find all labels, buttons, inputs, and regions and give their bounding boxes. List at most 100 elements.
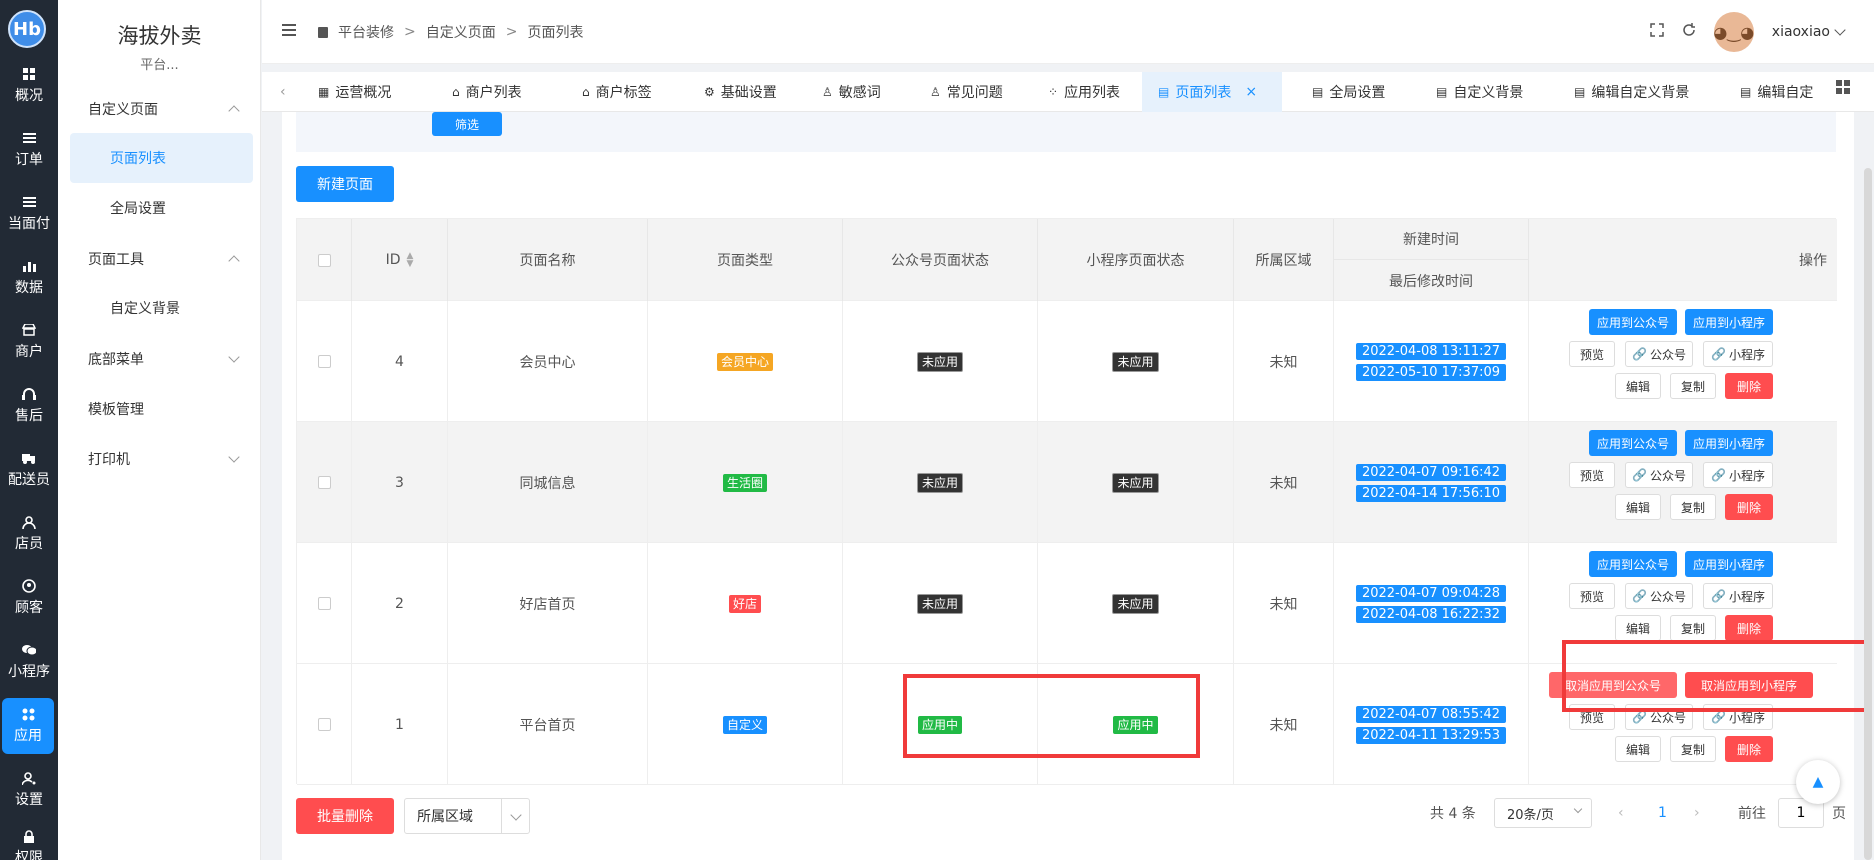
rail-item-staff[interactable]: 店员 [0, 506, 58, 562]
rail-item-data[interactable]: 数据 [0, 250, 58, 306]
tab-global-settings[interactable]: ▤ 全局设置 [1296, 72, 1401, 112]
header-id[interactable]: ID ▲ ▼ [352, 219, 448, 301]
new-page-button[interactable]: 新建页面 [296, 166, 394, 202]
page-unit: 页 [1832, 806, 1846, 822]
filter-button[interactable]: 筛选 [432, 112, 502, 136]
rail-item-overview[interactable]: 概况 [0, 58, 58, 114]
apply-mini-button[interactable]: 应用到小程序 [1685, 430, 1773, 456]
tab-edit-custom-bg[interactable]: ▤ 编辑自定义背景 [1558, 72, 1705, 112]
mini-link-button[interactable]: 🔗 小程序 [1703, 462, 1773, 488]
menu-group-page-tools[interactable]: 页面工具 [88, 247, 258, 271]
preview-button[interactable]: 预览 [1569, 462, 1615, 488]
menu-group-custom-page[interactable]: 自定义页面 [88, 97, 258, 121]
rail-item-settings[interactable]: 设置 [0, 762, 58, 818]
settings-person-icon [22, 771, 36, 785]
checkbox[interactable] [317, 355, 331, 368]
rail-item-after-sales[interactable]: 售后 [0, 378, 58, 434]
row-select[interactable] [297, 664, 352, 785]
rail-item-delivery[interactable]: 配送员 [0, 442, 58, 498]
delete-button[interactable]: 删除 [1725, 373, 1773, 399]
apply-mp-button[interactable]: 应用到公众号 [1589, 551, 1677, 577]
tab-merchant-tags[interactable]: ⌂ 商户标签 [566, 72, 668, 112]
refresh-icon[interactable] [1682, 23, 1696, 41]
modified-time: 2022-04-14 17:56:10 [1355, 484, 1507, 502]
edit-button[interactable]: 编辑 [1615, 615, 1661, 641]
row-select[interactable] [297, 543, 352, 664]
close-icon[interactable]: × [1245, 84, 1257, 100]
apply-mini-button[interactable]: 应用到小程序 [1685, 551, 1773, 577]
apply-mp-button[interactable]: 应用到公众号 [1589, 430, 1677, 456]
copy-button[interactable]: 复制 [1670, 373, 1716, 399]
copy-button[interactable]: 复制 [1670, 494, 1716, 520]
tab-label: 编辑自定义背景 [1591, 85, 1690, 101]
checkbox[interactable] [317, 476, 331, 489]
edit-button[interactable]: 编辑 [1615, 373, 1661, 399]
mini-link-button[interactable]: 🔗 小程序 [1703, 583, 1773, 609]
copy-button[interactable]: 复制 [1670, 736, 1716, 762]
delete-button[interactable]: 删除 [1725, 494, 1773, 520]
rail-item-permissions[interactable]: 权限 [0, 826, 58, 860]
tab-edit-custom[interactable]: ▤ 编辑自定 [1724, 72, 1850, 112]
sub-sidebar: 海拔外卖 平台... 自定义页面 页面列表 全局设置 页面工具 自定义背景 底部… [58, 0, 261, 860]
tab-faq[interactable]: ♙ 常见问题 [914, 72, 1019, 112]
tab-basic-settings[interactable]: ⚙ 基础设置 [688, 72, 793, 112]
row-select[interactable] [297, 422, 352, 543]
row-select[interactable] [297, 301, 352, 422]
menu-group-template-mgmt[interactable]: 模板管理 [88, 397, 258, 421]
checkbox[interactable] [317, 597, 331, 610]
breadcrumb-item[interactable]: 自定义页面 [426, 22, 496, 42]
mp-link-button[interactable]: 🔗 公众号 [1625, 462, 1693, 488]
menu-item-global-settings[interactable]: 全局设置 [70, 183, 253, 233]
rail-item-mini-program[interactable]: 小程序 [0, 634, 58, 690]
avatar[interactable]: ◕‿◕ [1713, 12, 1754, 52]
username[interactable]: xiaoxiao [1772, 24, 1830, 40]
copy-button[interactable]: 复制 [1670, 615, 1716, 641]
tab-custom-bg[interactable]: ▤ 自定义背景 [1420, 72, 1539, 112]
delete-button[interactable]: 删除 [1725, 615, 1773, 641]
header-select-all[interactable] [297, 219, 352, 301]
apply-mp-button[interactable]: 应用到公众号 [1589, 309, 1677, 335]
preview-button[interactable]: 预览 [1569, 341, 1615, 367]
edit-button[interactable]: 编辑 [1615, 736, 1661, 762]
batch-delete-button[interactable]: 批量删除 [296, 798, 394, 834]
tab-app-list[interactable]: ⁘ 应用列表 [1032, 72, 1136, 112]
page-size-select[interactable]: 20条/页 [1494, 798, 1592, 828]
row-mp-status: 未应用 [843, 543, 1038, 664]
checkbox[interactable] [317, 253, 331, 267]
next-page-icon[interactable]: › [1694, 798, 1700, 828]
rail-item-face-pay[interactable]: 当面付 [0, 186, 58, 242]
menu-group-printer[interactable]: 打印机 [88, 447, 258, 471]
back-to-top-button[interactable]: ▲ [1796, 760, 1840, 804]
rail-item-orders[interactable]: 订单 [0, 122, 58, 178]
breadcrumb-item[interactable]: 平台装修 [338, 22, 394, 42]
region-select[interactable]: 所属区域 [404, 798, 530, 834]
page-number[interactable]: 1 [1658, 798, 1667, 828]
mp-link-button[interactable]: 🔗 公众号 [1625, 583, 1693, 609]
menu-group-bottom-menu[interactable]: 底部菜单 [88, 347, 258, 371]
checkbox[interactable] [317, 718, 331, 731]
delete-button[interactable]: 删除 [1725, 736, 1773, 762]
menu-item-custom-bg[interactable]: 自定义背景 [70, 283, 253, 333]
tab-sensitive-words[interactable]: ♙ 敏感词 [806, 72, 897, 112]
sort-icon[interactable]: ▲ ▼ [407, 252, 414, 269]
prev-page-icon[interactable]: ‹ [1618, 798, 1624, 828]
tabs-scroll-right-icon[interactable]: › [1804, 82, 1810, 98]
chevron-down-icon[interactable] [1834, 24, 1846, 36]
menu-toggle-icon[interactable] [282, 24, 296, 36]
tab-overview[interactable]: ▦ 运营概况 [302, 72, 407, 112]
edit-button[interactable]: 编辑 [1615, 494, 1661, 520]
mp-link-button[interactable]: 🔗 公众号 [1625, 341, 1693, 367]
tab-page-list[interactable]: ▤ 页面列表 × [1142, 72, 1282, 112]
rail-item-customers[interactable]: 顾客 [0, 570, 58, 626]
rail-item-merchant[interactable]: 商户 [0, 314, 58, 370]
vertical-scrollbar[interactable] [1864, 168, 1872, 860]
rail-item-apps[interactable]: 应用 [2, 698, 54, 754]
tabs-menu-icon[interactable] [1836, 80, 1850, 98]
tabs-scroll-left-icon[interactable]: ‹ [280, 84, 286, 100]
fullscreen-icon[interactable] [1650, 23, 1664, 41]
apply-mini-button[interactable]: 应用到小程序 [1685, 309, 1773, 335]
menu-item-page-list[interactable]: 页面列表 [70, 133, 253, 183]
preview-button[interactable]: 预览 [1569, 583, 1615, 609]
mini-link-button[interactable]: 🔗 小程序 [1703, 341, 1773, 367]
tab-merchant-list[interactable]: ⌂ 商户列表 [436, 72, 538, 112]
